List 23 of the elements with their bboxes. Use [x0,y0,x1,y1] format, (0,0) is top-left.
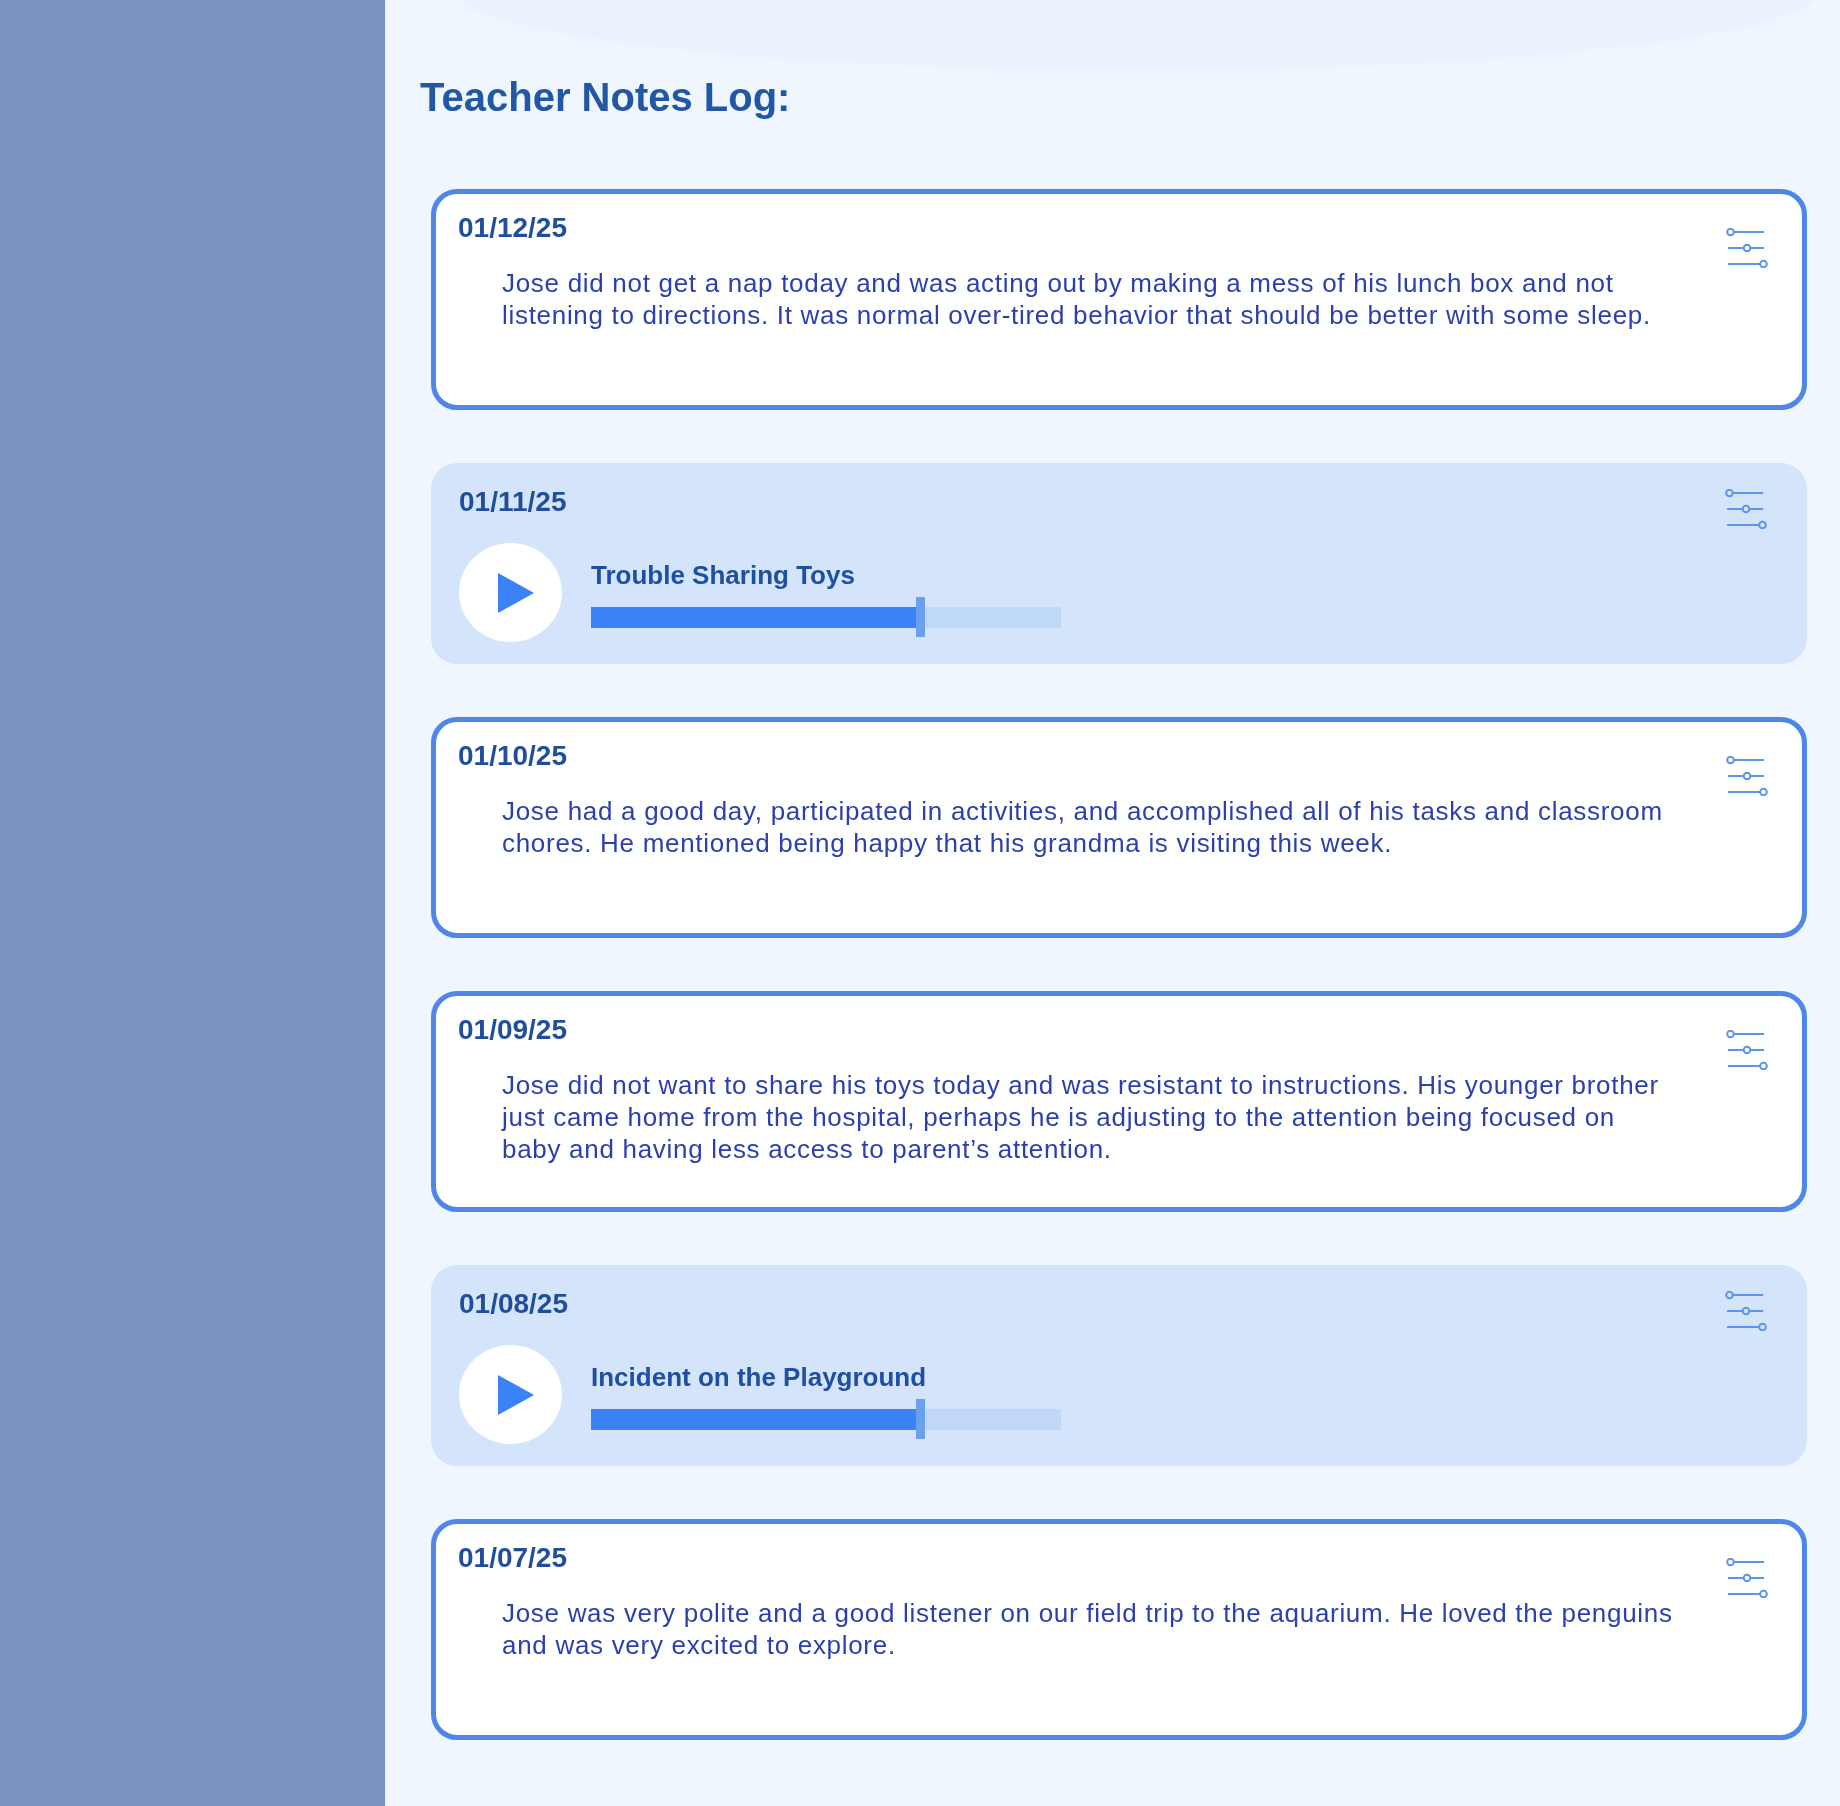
note-text: Jose did not get a nap today and was acting out by making a mess of his lunch box and not listening to directions. It was normal over-tired behavior that should be better with some sleep. [502,267,1652,331]
slider-thumb[interactable] [916,597,925,637]
page-title: Teacher Notes Log: [420,74,791,120]
note-text: Jose had a good day, participated in activities, and accomplished all of his tasks and classroom chores. He mentioned being happy that his grandma is visiting this week. [502,795,1664,859]
note-date: 01/11/25 [459,486,567,518]
sliders-icon[interactable] [1725,489,1767,529]
note-text: Jose did not want to share his toys today and was resistant to instructions. His younger brother just came home from the hospital, perhaps he is adjusting to the attention being focused on baby and having less access to parent’s attention. [502,1069,1660,1165]
sliders-icon[interactable] [1726,756,1768,796]
sliders-icon[interactable] [1726,1030,1768,1070]
sliders-icon[interactable] [1725,1291,1767,1331]
note-date: 01/08/25 [459,1288,568,1320]
sliders-icon[interactable] [1726,1558,1768,1598]
note-date: 01/07/25 [458,1542,567,1574]
recording-title: Incident on the Playground [591,1362,927,1392]
note-date: 01/10/25 [458,740,567,772]
note-date: 01/09/25 [458,1014,567,1046]
note-date: 01/12/25 [458,212,567,244]
play-icon [497,572,534,613]
note-text: Jose was very polite and a good listener on our field trip to the aquarium. He loved the penguins and was very excited to explore. [502,1597,1674,1661]
play-icon [497,1374,534,1415]
recording-title: Trouble Sharing Toys [591,560,855,590]
sliders-icon[interactable] [1726,228,1768,268]
slider-thumb[interactable] [916,1399,925,1439]
